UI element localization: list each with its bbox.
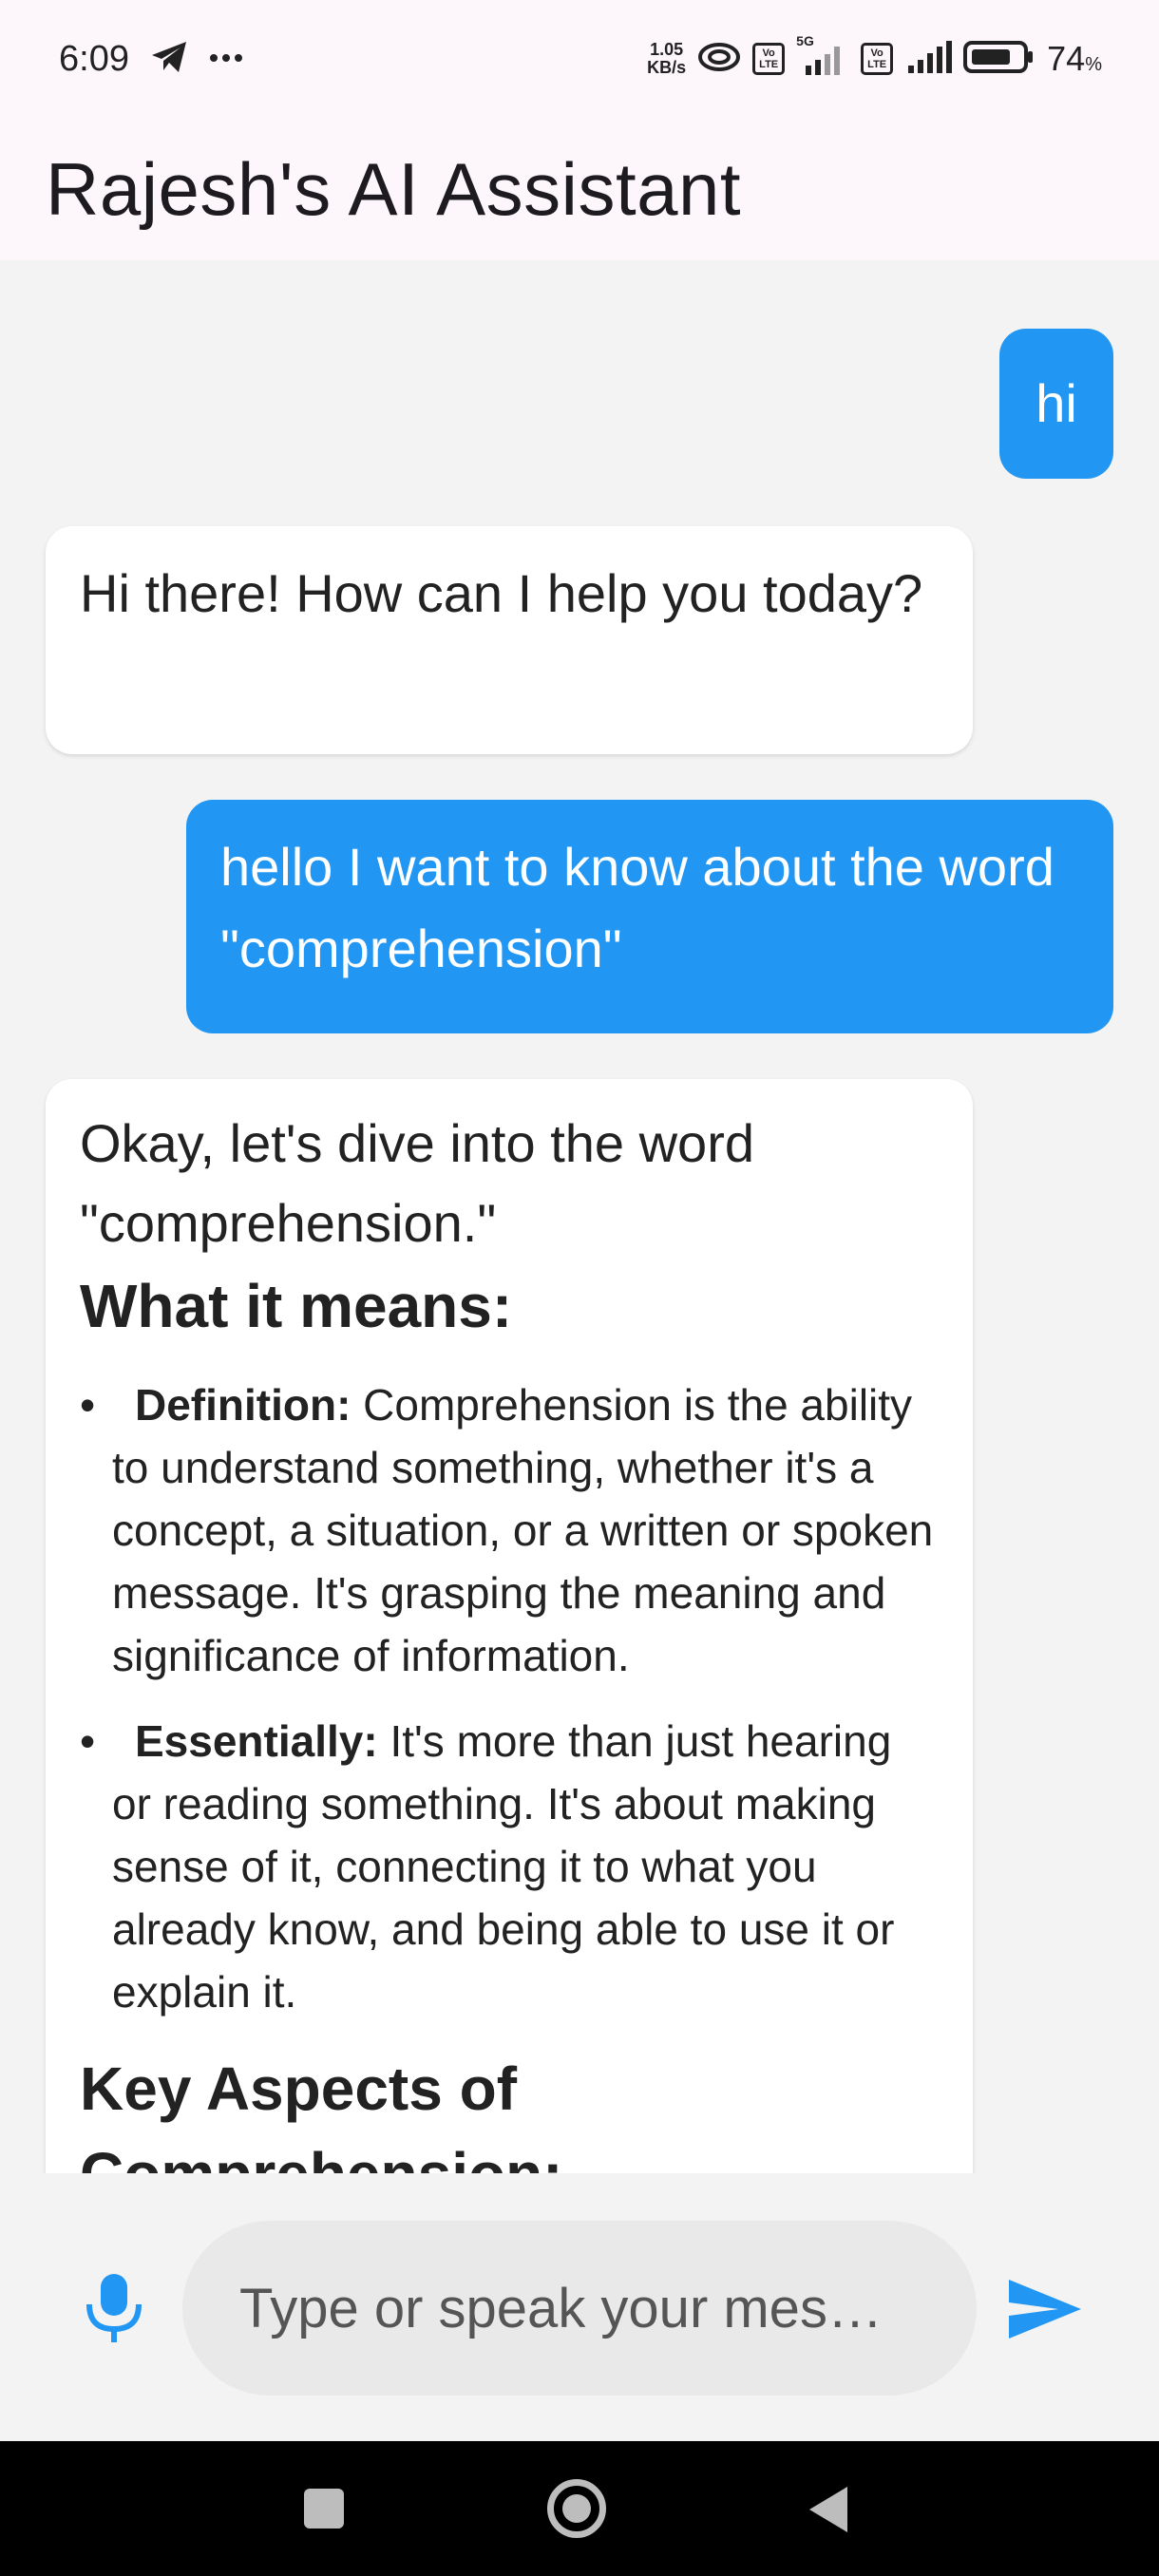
volte-icon-2: Vo LTE [861,43,894,75]
volte-label-top: Vo [762,47,775,59]
volte2-label-top: Vo [870,47,884,59]
signal-icon-2 [904,40,953,78]
net-speed: 1.05 KB/s [647,41,686,77]
recents-button[interactable] [304,2489,344,2529]
app-bar: Rajesh's AI Assistant [0,118,1159,260]
more-dots-icon [209,50,243,67]
message-heading: What it means: [80,1272,513,1340]
volte-label-bottom: LTE [759,59,779,70]
message-heading: Key Aspects of Comprehension: [80,2055,562,2173]
home-button[interactable] [547,2479,606,2538]
status-time: 6:09 [59,38,129,79]
chat-area[interactable]: hi Hi there! How can I help you today? h… [0,260,1159,2173]
status-left: 6:09 [59,39,243,80]
bullet-icon: • [80,1380,96,1430]
list-item: • Essentially: It's more than just heari… [80,1710,939,2023]
message-text: Hi there! How can I help you today? [80,563,923,623]
list-item: • Definition: Comprehension is the abili… [80,1373,939,1687]
input-area [0,2173,1159,2441]
battery-percent-value: 74 [1047,39,1086,78]
bullet-label: Essentially: [135,1716,378,1766]
bullet-icon: • [80,1716,96,1766]
network-type: 5G [796,33,814,48]
user-message-bubble: hi [999,329,1113,479]
status-bar: 6:09 1.05 KB/s Vo LTE 5G Vo LTE 74% [0,0,1159,118]
page-title: Rajesh's AI Assistant [46,146,742,231]
assistant-message-bubble: Okay, let's dive into the word "comprehe… [46,1079,973,2173]
message-input[interactable] [182,2221,977,2396]
volte-icon: Vo LTE [752,43,786,75]
battery-percent-unit: % [1085,54,1102,75]
system-nav-bar [0,2441,1159,2576]
back-button[interactable] [809,2487,847,2532]
message-text: hi [1036,373,1077,433]
bullet-label: Definition: [135,1380,352,1430]
signal-icon: 5G [796,33,849,75]
assistant-message-bubble: Hi there! How can I help you today? [46,526,973,754]
user-message-bubble: hello I want to know about the word "com… [186,800,1113,1033]
message-intro: Okay, let's dive into the word "comprehe… [80,1113,754,1253]
send-icon[interactable] [1005,2276,1085,2342]
message-text: hello I want to know about the word "com… [220,837,1054,978]
volte2-label-bottom: LTE [867,59,887,70]
battery-icon [963,40,1036,79]
net-speed-value: 1.05 [650,40,684,59]
net-speed-unit: KB/s [647,58,687,77]
mic-button[interactable] [80,2270,148,2346]
status-right: 1.05 KB/s Vo LTE 5G Vo LTE 74% [647,33,1102,79]
send-button[interactable] [1005,2276,1085,2342]
battery-percent: 74% [1047,39,1102,79]
microphone-icon[interactable] [80,2270,148,2346]
telegram-icon [150,40,188,79]
hotspot-icon [697,41,741,78]
message-bullet-list: • Definition: Comprehension is the abili… [80,1373,939,2023]
